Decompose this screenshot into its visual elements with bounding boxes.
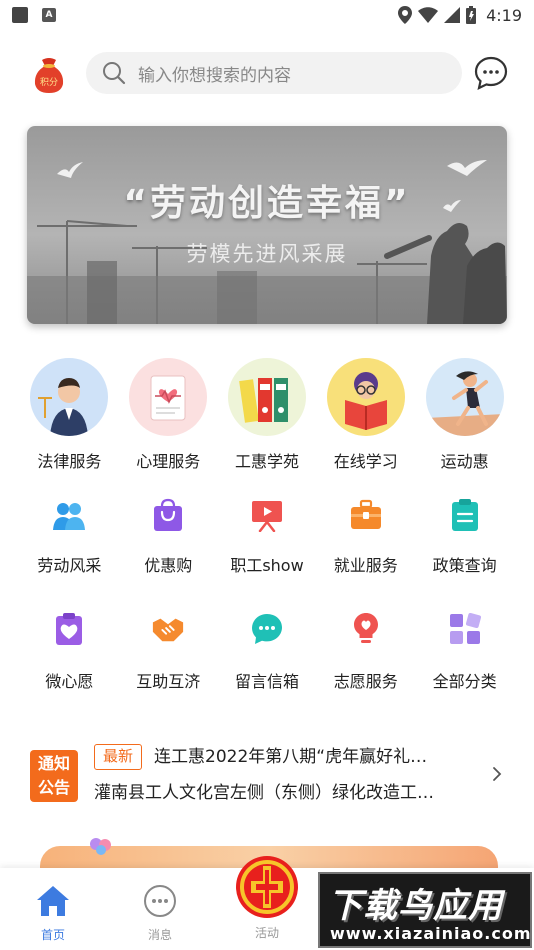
service-label: 微心愿 <box>45 672 94 691</box>
watermark: 下载鸟应用 www.xiazainiao.com <box>318 872 532 948</box>
heart-clipboard-icon <box>52 612 86 646</box>
latest-tag: 最新 <box>94 744 143 770</box>
service-label: 心理服务 <box>136 452 201 471</box>
clipboard-icon <box>448 498 482 532</box>
service-label: 志愿服务 <box>333 672 398 691</box>
shopping-bag-icon <box>151 498 185 532</box>
message-dots-icon <box>144 885 176 917</box>
service-all-categories[interactable]: 全部分类 <box>415 612 514 692</box>
tab-activities-label: 活动 <box>254 926 279 940</box>
service-academy[interactable]: 工惠学苑 <box>218 358 317 472</box>
points-label: 积分 <box>40 76 58 88</box>
service-label: 优惠购 <box>144 556 193 575</box>
promo-banner[interactable]: “劳动创造幸福” 劳模先进风采展 <box>27 126 507 324</box>
service-mutual-aid[interactable]: 互助互济 <box>119 612 218 692</box>
tab-activities[interactable]: 活动 <box>217 856 317 950</box>
service-micro-wish[interactable]: 微心愿 <box>20 612 119 692</box>
home-icon <box>37 886 69 916</box>
header: 积分 输入你想搜索的内容 <box>0 50 534 96</box>
notice-badge: 通知 公告 <box>30 750 78 802</box>
search-placeholder: 输入你想搜索的内容 <box>138 65 291 86</box>
service-label: 政策查询 <box>432 556 497 575</box>
notice-bar[interactable]: 通知 公告 最新 连工惠2022年第八期“虎年赢好礼… 灌南县工人文化宫左侧（东… <box>28 738 508 810</box>
search-input[interactable]: 输入你想搜索的内容 <box>86 52 462 94</box>
notice-item[interactable]: 连工惠2022年第八期“虎年赢好礼… <box>154 744 484 770</box>
tab-messages-label: 消息 <box>147 928 172 942</box>
runner-icon <box>425 358 504 436</box>
presentation-icon <box>250 498 284 532</box>
union-logo-icon <box>236 856 298 918</box>
location-icon <box>398 6 413 24</box>
reader-icon <box>326 358 405 436</box>
service-discount-shop[interactable]: 优惠购 <box>119 498 218 576</box>
briefcase-icon <box>349 498 383 532</box>
services-row-1: 法律服务 心理服务 工惠学苑 在线学习 运动惠 <box>20 358 514 472</box>
service-labor-style[interactable]: 劳动风采 <box>20 498 119 576</box>
service-message-box[interactable]: 留言信箱 <box>218 612 317 692</box>
services-row-3: 微心愿 互助互济 留言信箱 志愿服务 全部分类 <box>20 612 514 692</box>
signal-icon <box>444 7 461 23</box>
service-label: 劳动风采 <box>37 556 102 575</box>
watermark-url: www.xiazainiao.com <box>330 924 532 943</box>
service-label: 留言信箱 <box>234 672 299 691</box>
handshake-icon <box>151 612 185 646</box>
service-online-learning[interactable]: 在线学习 <box>316 358 415 472</box>
service-label: 运动惠 <box>440 452 489 471</box>
notice-badge-line1: 通知 <box>37 754 70 773</box>
service-employment[interactable]: 就业服务 <box>316 498 415 576</box>
notice-badge-line2: 公告 <box>37 778 70 797</box>
notification-icon <box>12 7 28 23</box>
heart-report-icon <box>129 358 208 436</box>
service-label: 法律服务 <box>37 452 102 471</box>
tab-home[interactable]: 首页 <box>3 868 103 950</box>
service-policy-query[interactable]: 政策查询 <box>415 498 514 576</box>
services-row-2: 劳动风采 优惠购 职工show 就业服务 政策查询 <box>20 498 514 576</box>
chevron-right-icon[interactable] <box>490 764 504 784</box>
people-icon <box>52 498 86 532</box>
chat-bubble-icon <box>250 612 284 646</box>
service-label: 互助互济 <box>136 672 201 691</box>
lawyer-icon <box>30 358 109 436</box>
service-label: 工惠学苑 <box>234 452 299 471</box>
service-label: 全部分类 <box>432 672 497 691</box>
wifi-icon <box>418 7 439 23</box>
battery-icon <box>466 6 477 24</box>
tab-home-label: 首页 <box>40 928 65 942</box>
tab-messages[interactable]: 消息 <box>110 868 210 950</box>
categories-icon <box>448 612 482 646</box>
balloons-icon <box>90 838 111 855</box>
banner-title: “劳动创造幸福” <box>123 183 411 224</box>
service-volunteer[interactable]: 志愿服务 <box>316 612 415 692</box>
app-notification-icon: A <box>42 8 56 22</box>
notice-item[interactable]: 灌南县工人文化宫左侧（东侧）绿化改造工… <box>94 780 484 806</box>
service-label: 在线学习 <box>333 452 398 471</box>
service-legal[interactable]: 法律服务 <box>20 358 119 472</box>
search-icon <box>103 62 126 85</box>
service-worker-show[interactable]: 职工show <box>218 498 317 576</box>
lightbulb-icon <box>349 612 383 646</box>
binders-icon <box>227 358 306 436</box>
watermark-title: 下载鸟应用 <box>328 886 503 926</box>
status-bar: A 4:19 <box>0 0 534 30</box>
status-time: 4:19 <box>486 5 522 25</box>
service-label: 就业服务 <box>333 556 398 575</box>
chat-bubble-button[interactable] <box>474 56 508 90</box>
service-psychology[interactable]: 心理服务 <box>119 358 218 472</box>
points-bag-icon[interactable]: 积分 <box>32 56 66 94</box>
service-sports[interactable]: 运动惠 <box>415 358 514 472</box>
banner-subtitle: 劳模先进风采展 <box>186 242 348 266</box>
service-label: 职工show <box>230 556 304 575</box>
